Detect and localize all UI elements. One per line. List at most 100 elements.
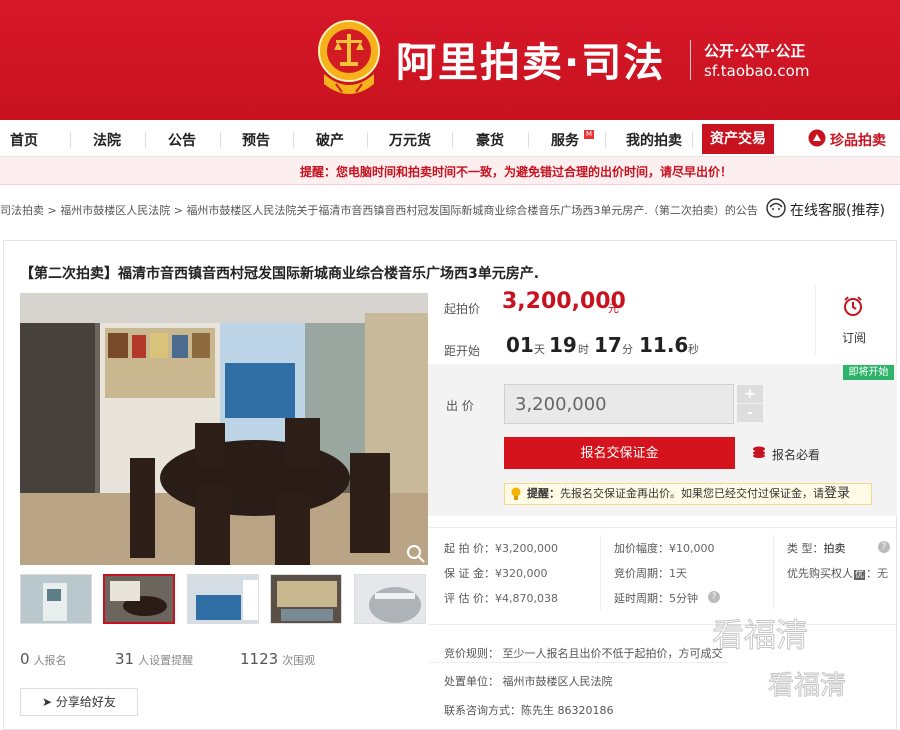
nav-item-preview[interactable]: 预告 [242,130,270,150]
thumbnail[interactable] [187,574,259,624]
stat-views-label: 次围观 [282,654,316,667]
breadcrumb-item[interactable]: 司法拍卖 [0,204,44,217]
detail-value: ¥4,870,038 [495,592,558,605]
nav-item-wanyuan[interactable]: 万元货 [389,130,431,150]
nav-item-zhenpin[interactable]: 珍品拍卖 [830,130,886,150]
help-icon[interactable]: ? [708,591,720,603]
nav-divider [452,132,453,148]
brand-slogan: 公开·公平·公正 [704,42,806,60]
nav-divider [692,132,693,148]
stat-signed-label: 人报名 [33,654,67,667]
stat-views-count: 1123 [240,650,279,668]
countdown-label: 距开始 [444,344,481,358]
breadcrumb-item[interactable]: 福州市鼓楼区人民法院 [60,204,170,217]
breadcrumb-item[interactable]: 福州市鼓楼区人民法院关于福清市音西镇音西村冠发国际新城商业综合楼音乐广场西3单元… [186,204,758,217]
bid-amount-input[interactable] [504,384,734,424]
start-price-unit: 元 [608,302,619,315]
coins-icon [753,446,765,458]
brand-title[interactable]: 阿里拍卖·司法 [396,30,665,88]
status-badge: 即将开始 [843,365,894,380]
nav-divider [145,132,146,148]
detail-value: ¥3,200,000 [495,542,558,555]
detail-value: ：无 [866,567,889,580]
detail-label: 起 拍 价： [444,542,495,555]
nav-item-my-auction[interactable]: 我的拍卖 [626,130,682,150]
detail-label: 优先购买权人 [787,567,853,580]
customer-service-icon[interactable] [766,198,786,218]
countdown-minutes: 17 [594,333,622,357]
countdown-minutes-unit: 分 [622,343,633,356]
customer-service-link[interactable]: 在线客服(推荐) [790,200,885,220]
detail-priority: 优先购买权人优：无 [787,565,888,581]
share-label: 分享给好友 [55,695,116,709]
detail-value: ¥10,000 [669,542,715,555]
nav-divider [70,132,71,148]
priority-icon: 优 [854,570,866,580]
nav-item-court[interactable]: 法院 [93,130,121,150]
detail-value: ¥320,000 [495,567,548,580]
nav-item-home[interactable]: 首页 [10,130,38,150]
time-notice-text: 提醒：您电脑时间和拍卖时间不一致，为避免错过合理的出价时间，请尽早出价！ [300,165,733,179]
login-link[interactable]: 登录 [824,486,850,501]
section-divider [428,527,897,528]
detail-increment: 加价幅度：¥10,000 [614,540,715,556]
start-price-label: 起拍价 [444,302,481,316]
nav-new-badge: M [584,130,594,139]
detail-type: 类 型：拍卖 [787,540,846,556]
thumbnail[interactable] [354,574,426,624]
nav-item-announcement[interactable]: 公告 [168,130,196,150]
thumbnail[interactable] [20,574,92,624]
subscribe-button[interactable]: 订阅 [842,329,866,346]
lightbulb-icon [511,487,521,500]
signup-deposit-button[interactable]: 报名交保证金 [504,437,735,469]
stat-reminders-count: 31 [115,650,135,668]
must-read-link[interactable]: 报名必看 [772,446,820,463]
nav-divider [605,132,606,148]
contact-info: 联系咨询方式：陈先生 86320186 [444,704,614,717]
room-photo-image [20,293,428,565]
column-divider [773,535,774,610]
tip-text: 先报名交保证金再出价。如果您已经交付过保证金，请 [560,487,824,500]
nav-item-luxury[interactable]: 豪货 [476,130,504,150]
detail-label: 评 估 价： [444,592,495,605]
bid-increase-button[interactable]: + [737,385,763,403]
detail-value: 5分钟 [669,592,698,605]
alarm-clock-icon[interactable] [842,295,864,317]
detail-period: 竞价周期：1天 [614,565,687,581]
bid-decrease-button[interactable]: - [737,404,763,422]
column-divider [600,535,601,610]
nav-item-bankruptcy[interactable]: 破产 [316,130,344,150]
share-icon: ➤ [42,695,56,709]
stat-signed: 0 人报名 [20,650,67,668]
watermark-text: 看福清 [712,616,808,654]
detail-appraisal: 评 估 价：¥4,870,038 [444,590,558,606]
brand-domain: sf.taobao.com [704,62,810,80]
section-divider [428,662,728,663]
main-photo[interactable] [20,293,428,565]
nav-divider [367,132,368,148]
zhenpin-logo-icon [808,129,826,147]
thumbnail[interactable] [270,574,342,624]
auction-title: 【第二次拍卖】福清市音西镇音西村冠发国际新城商业综合楼音乐广场西3单元房产. [20,266,540,282]
detail-deposit: 保 证 金：¥320,000 [444,565,548,581]
countdown-seconds-unit: 秒 [688,343,699,356]
nav-divider [293,132,294,148]
share-button[interactable]: ➤ 分享给好友 [20,688,138,716]
deposit-tip: 提醒：先报名交保证金再出价。如果您已经交付过保证金，请登录 [504,483,872,505]
bid-label: 出 价 [446,399,474,413]
detail-value: 拍卖 [823,542,846,555]
thumbnail-active[interactable] [103,574,175,624]
stat-signed-count: 0 [20,650,30,668]
countdown-hours: 19 [549,333,577,357]
countdown-hours-unit: 时 [578,343,589,356]
nav-item-service[interactable]: 服务 [551,130,579,150]
detail-start-price: 起 拍 价：¥3,200,000 [444,540,558,556]
tip-label: 提醒： [527,487,560,500]
countdown-days-unit: 天 [534,343,545,356]
help-icon[interactable]: ? [878,541,890,553]
subscribe-divider [815,285,816,355]
nav-item-asset-trade[interactable]: 资产交易 [702,124,774,154]
brand-divider [690,40,691,80]
watermark-image: 看福清 看福清 [712,616,847,702]
detail-label: 加价幅度： [614,542,669,555]
